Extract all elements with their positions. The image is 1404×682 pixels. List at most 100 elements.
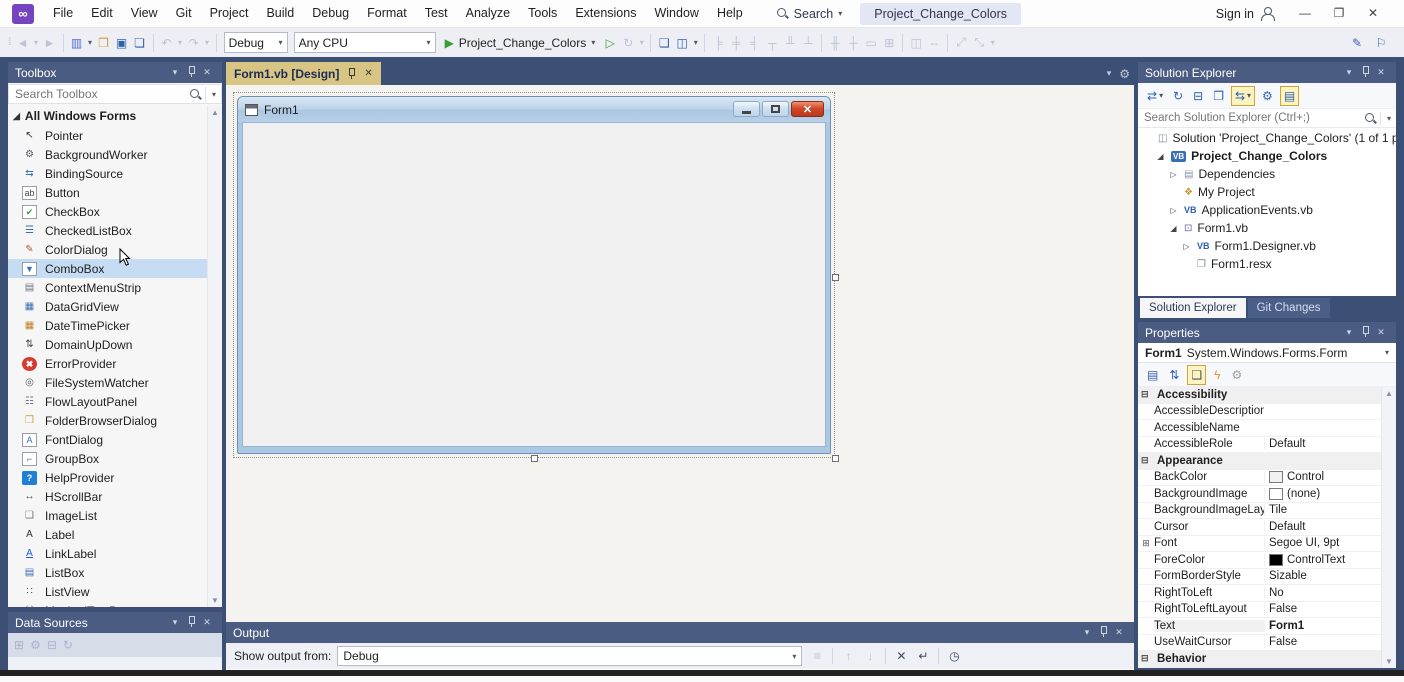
property-value[interactable]: Form1 xyxy=(1264,620,1381,632)
start-debugging-button[interactable]: ▶ Project_Change_Colors ▾ xyxy=(445,36,596,50)
property-row-accessibledescription[interactable]: AccessibleDescription xyxy=(1138,404,1381,421)
refresh-icon[interactable]: ↻ xyxy=(1170,87,1186,105)
property-category-accessibility[interactable]: ⊟Accessibility xyxy=(1138,387,1381,404)
solution-explorer-header[interactable]: Solution Explorer ▾ ✕ xyxy=(1138,62,1396,83)
property-value[interactable]: Default xyxy=(1264,438,1381,450)
property-category-behavior[interactable]: ⊟Behavior xyxy=(1138,651,1381,668)
resize-handle-bottom[interactable] xyxy=(531,455,538,462)
toolbox-item-datetimepicker[interactable]: ▦DateTimePicker xyxy=(8,316,207,335)
property-row-righttoleft[interactable]: RightToLeftNo xyxy=(1138,585,1381,602)
toolbox-item-domainupdown[interactable]: ⇅DomainUpDown xyxy=(8,335,207,354)
solution-explorer-tool-icon[interactable]: ◫ xyxy=(673,36,691,50)
toolbox-item-datagridview[interactable]: ▦DataGridView xyxy=(8,297,207,316)
close-icon[interactable]: ✕ xyxy=(1373,67,1389,78)
property-row-righttoleftlayout[interactable]: RightToLeftLayoutFalse xyxy=(1138,602,1381,619)
tab-list-chevron-icon[interactable]: ▾ xyxy=(1107,68,1112,79)
property-row-cursor[interactable]: CursorDefault xyxy=(1138,519,1381,536)
scroll-up-icon[interactable]: ▲ xyxy=(1382,389,1396,398)
sync-with-active-document-icon[interactable]: ⇆▾ xyxy=(1231,86,1255,106)
toolbox-group-all-windows-forms[interactable]: ◢All Windows Forms xyxy=(8,106,207,126)
property-value[interactable]: ControlText xyxy=(1264,554,1381,566)
toolbox-item-contextmenustrip[interactable]: ▤ContextMenuStrip xyxy=(8,278,207,297)
property-value[interactable]: Sizable xyxy=(1264,570,1381,582)
property-value[interactable]: Segoe UI, 9pt xyxy=(1264,537,1381,549)
toolbox-item-flowlayoutpanel[interactable]: ☷FlowLayoutPanel xyxy=(8,392,207,411)
new-caret-icon[interactable]: ▾ xyxy=(86,38,95,47)
expand-icon[interactable]: ⊞ xyxy=(1138,538,1154,549)
chevron-down-icon[interactable]: ▾ xyxy=(1341,327,1357,338)
start-without-debugging-icon[interactable]: ▷ xyxy=(601,36,619,50)
toolbox-item-hscrollbar[interactable]: ↔HScrollBar xyxy=(8,487,207,506)
tab-form1-design[interactable]: Form1.vb [Design] ✕ xyxy=(226,62,381,85)
scroll-down-icon[interactable]: ▼ xyxy=(208,596,222,605)
property-row-backcolor[interactable]: BackColorControl xyxy=(1138,470,1381,487)
properties-object-selector[interactable]: Form1 System.Windows.Forms.Form ▾ xyxy=(1138,343,1396,363)
output-source-dropdown[interactable]: Debug ▾ xyxy=(337,646,802,666)
toolbox-item-colordialog[interactable]: ✎ColorDialog xyxy=(8,240,207,259)
solution-search[interactable]: ▾ xyxy=(1138,109,1396,128)
toolbox-item-errorprovider[interactable]: ✖ErrorProvider xyxy=(8,354,207,373)
resize-handle-bottom-right[interactable] xyxy=(832,455,839,462)
tree-item[interactable]: ▷▤Dependencies xyxy=(1138,165,1396,183)
toolbox-item-checkedlistbox[interactable]: ☰CheckedListBox xyxy=(8,221,207,240)
sign-in-button[interactable]: Sign in xyxy=(1216,7,1274,21)
menu-edit[interactable]: Edit xyxy=(82,0,122,27)
toolbox-search-input[interactable] xyxy=(15,87,189,101)
save-icon[interactable]: ▣ xyxy=(113,36,131,50)
pin-icon[interactable] xyxy=(1357,325,1373,340)
expander-icon[interactable]: ◢ xyxy=(1168,224,1179,233)
chevron-down-icon[interactable]: ▾ xyxy=(167,617,183,628)
menu-git[interactable]: Git xyxy=(167,0,201,27)
toolbox-item-bindingsource[interactable]: ⇆BindingSource xyxy=(8,164,207,183)
pin-icon[interactable] xyxy=(183,615,199,630)
property-value[interactable]: False xyxy=(1264,603,1381,615)
expander-icon[interactable]: ▷ xyxy=(1181,242,1192,251)
property-row-backgroundimagelayout[interactable]: BackgroundImageLayoutTile xyxy=(1138,503,1381,520)
tree-item[interactable]: ▷VBApplicationEvents.vb xyxy=(1138,201,1396,219)
designer-surface[interactable]: Form1 ✕ xyxy=(226,85,1134,622)
resize-handle-right[interactable] xyxy=(832,274,839,281)
menu-view[interactable]: View xyxy=(122,0,167,27)
categorized-icon[interactable]: ▤ xyxy=(1144,366,1161,384)
menu-help[interactable]: Help xyxy=(708,0,752,27)
property-row-forecolor[interactable]: ForeColorControlText xyxy=(1138,552,1381,569)
collapse-all-icon[interactable]: ⊟ xyxy=(1190,87,1206,105)
events-icon[interactable]: ϟ xyxy=(1211,366,1223,384)
notifications-icon[interactable]: ⚐ xyxy=(1372,36,1390,50)
close-icon[interactable]: ✕ xyxy=(199,67,215,78)
menu-window[interactable]: Window xyxy=(645,0,707,27)
expander-icon[interactable]: ◢ xyxy=(1155,152,1166,161)
property-row-formborderstyle[interactable]: FormBorderStyleSizable xyxy=(1138,569,1381,586)
configuration-dropdown[interactable]: Debug ▾ xyxy=(224,32,288,53)
property-row-accessiblename[interactable]: AccessibleName xyxy=(1138,420,1381,437)
property-category-appearance[interactable]: ⊟Appearance xyxy=(1138,453,1381,470)
output-header[interactable]: Output ▾ ✕ xyxy=(226,622,1134,643)
toolbox-item-fontdialog[interactable]: AFontDialog xyxy=(8,430,207,449)
platform-dropdown[interactable]: Any CPU ▾ xyxy=(294,32,436,53)
property-row-text[interactable]: TextForm1 xyxy=(1138,618,1381,635)
menu-file[interactable]: File xyxy=(44,0,82,27)
toggle-word-wrap-icon[interactable]: ↵ xyxy=(914,649,932,663)
collapse-icon[interactable]: ⊟ xyxy=(1141,389,1153,400)
toolbox-item-button[interactable]: abButton xyxy=(8,183,207,202)
chevron-down-icon[interactable]: ▾ xyxy=(1079,627,1095,638)
property-row-font[interactable]: ⊞FontSegoe UI, 9pt xyxy=(1138,536,1381,553)
toolbox-item-filesystemwatcher[interactable]: ◎FileSystemWatcher xyxy=(8,373,207,392)
menu-analyze[interactable]: Analyze xyxy=(457,0,519,27)
toolbox-item-checkbox[interactable]: ✔CheckBox xyxy=(8,202,207,221)
designed-form[interactable]: Form1 ✕ xyxy=(237,96,831,454)
menu-debug[interactable]: Debug xyxy=(303,0,358,27)
menu-tools[interactable]: Tools xyxy=(519,0,566,27)
close-button[interactable]: ✕ xyxy=(1356,0,1390,27)
toolbox-header[interactable]: Toolbox ▾ ✕ xyxy=(8,62,222,83)
properties-view-icon[interactable]: ❑ xyxy=(1187,365,1206,385)
scroll-up-icon[interactable]: ▲ xyxy=(208,108,222,117)
properties-scrollbar[interactable]: ▲ ▼ xyxy=(1381,387,1396,668)
menu-test[interactable]: Test xyxy=(416,0,457,27)
menu-format[interactable]: Format xyxy=(358,0,416,27)
menu-build[interactable]: Build xyxy=(257,0,303,27)
menu-project[interactable]: Project xyxy=(201,0,258,27)
pin-icon[interactable] xyxy=(346,67,357,80)
tool-tab-git-changes[interactable]: Git Changes xyxy=(1248,298,1330,318)
scroll-down-icon[interactable]: ▼ xyxy=(1382,657,1396,666)
